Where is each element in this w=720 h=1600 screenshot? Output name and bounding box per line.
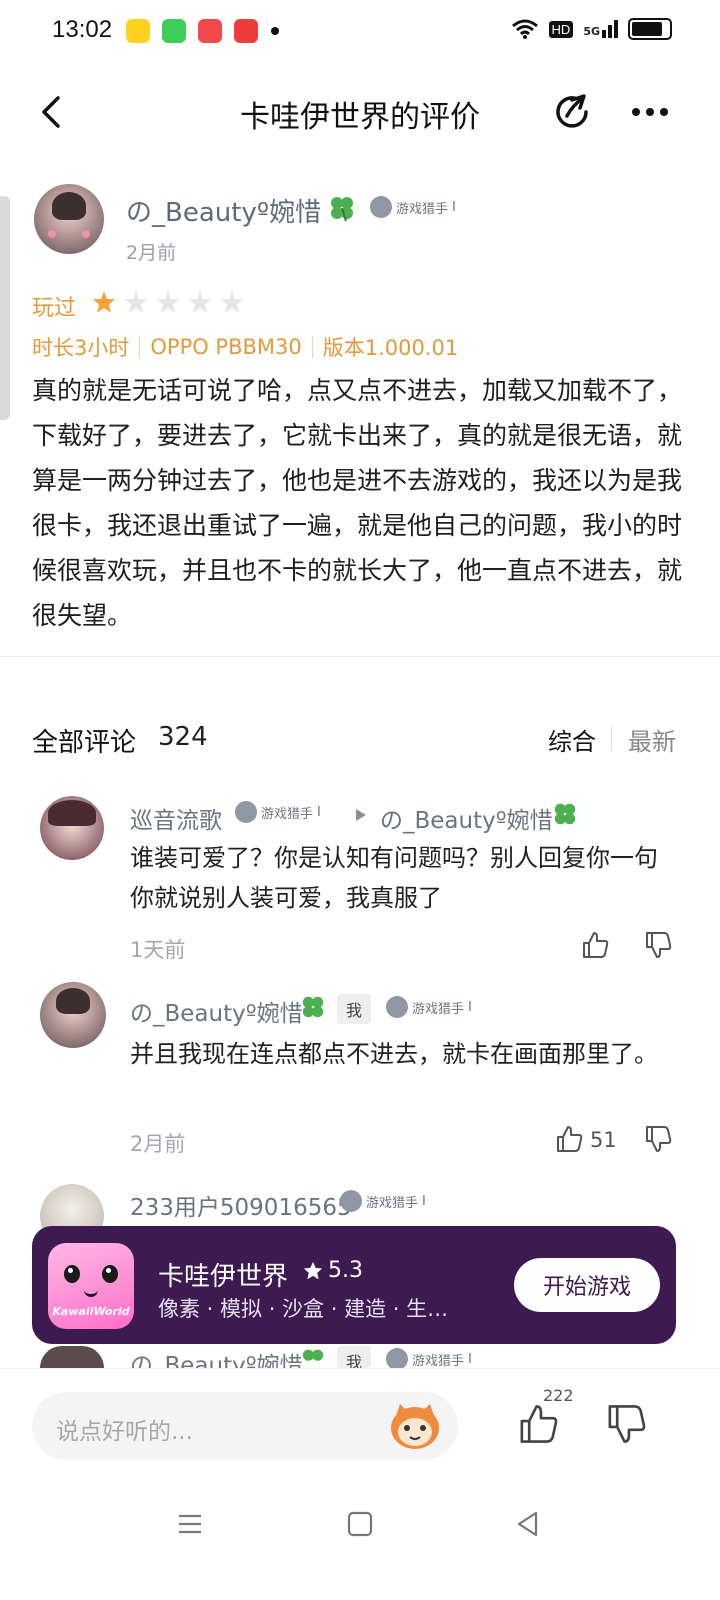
badge-label: 游戏猎手 — [396, 201, 449, 217]
hd-badge: HD — [548, 20, 574, 38]
dislike-icon[interactable] — [643, 1124, 673, 1154]
game-name: 卡哇伊世界 — [158, 1262, 289, 1292]
page-title: 卡哇伊世界的评价 — [240, 100, 480, 135]
comment-time: 2月前 — [130, 1132, 186, 1156]
play-duration: 时长3小时 — [32, 336, 130, 360]
badge-level: Ⅰ — [452, 199, 456, 215]
section-divider — [0, 656, 720, 657]
comment-text: 谁装可爱了？你是认知有问题吗？别人回复你一句你就说别人装可爱，我真服了 — [130, 844, 658, 912]
game-hunter-badge: 游戏猎手 Ⅰ — [370, 196, 456, 218]
like-post-icon[interactable] — [516, 1402, 560, 1446]
reply-to-name[interactable]: の_Beautyº婉惜 — [380, 801, 553, 835]
review-meta: 时长3小时 OPPO PBBM30 版本1.000.01 — [32, 332, 458, 362]
badge-level: Ⅰ — [468, 1351, 472, 1367]
review-time: 2月前 — [126, 242, 177, 264]
game-hunter-badge: 游戏猎手 Ⅰ — [386, 1348, 472, 1370]
comment-author-name[interactable]: の_Beautyº婉惜 — [130, 994, 303, 1028]
me-tag: 我 — [337, 1346, 372, 1368]
star-icon — [92, 291, 116, 313]
music-icon — [234, 19, 258, 43]
game-tags: 像素 · 模拟 · 沙盒 · 建造 · 生… — [158, 1297, 449, 1321]
badge-level: Ⅰ — [468, 999, 472, 1015]
status-bar: 13:02 HD 5G — [0, 0, 720, 66]
like-icon[interactable] — [554, 1124, 584, 1154]
comment-author-name[interactable]: の_Beautyº婉惜 — [130, 1346, 303, 1368]
comments-count: 324 — [158, 722, 208, 752]
device-model: OPPO PBBM30 — [150, 335, 302, 359]
comment-author-name[interactable]: 233用户509016565 — [130, 1188, 352, 1222]
video-icon — [198, 19, 222, 43]
share-icon[interactable] — [550, 90, 594, 134]
network-label: 5G — [583, 25, 600, 38]
hunter-badge-icon — [386, 996, 408, 1018]
system-nav-bar — [0, 1478, 720, 1600]
more-options-icon[interactable] — [628, 90, 672, 134]
hunter-badge-icon — [340, 1190, 362, 1212]
badge-label: 游戏猎手 — [261, 806, 314, 822]
game-hunter-badge: 游戏猎手 Ⅰ — [235, 801, 321, 823]
star-icon — [220, 291, 244, 313]
avatar[interactable] — [40, 982, 106, 1048]
avatar[interactable] — [40, 796, 104, 860]
menu-nav-icon[interactable] — [176, 1510, 204, 1538]
star-icon — [124, 291, 148, 313]
played-label: 玩过 — [32, 296, 77, 321]
me-tag: 我 — [337, 994, 372, 1024]
reply-arrow-icon — [356, 809, 366, 821]
dislike-post-icon[interactable] — [604, 1402, 648, 1446]
badge-level: Ⅰ — [317, 804, 321, 820]
like-count: 51 — [590, 1128, 617, 1152]
hunter-badge-icon — [370, 196, 392, 218]
badge-label: 游戏猎手 — [412, 1353, 465, 1369]
signal-icon: 5G — [583, 20, 618, 38]
game-app-icon[interactable]: KawaiiWorld — [48, 1243, 134, 1329]
messages-icon — [162, 19, 186, 43]
game-score-value: 5.3 — [328, 1258, 363, 1283]
hunter-badge-icon — [235, 801, 257, 823]
status-time: 13:02 — [52, 16, 113, 43]
star-icon — [303, 1261, 323, 1279]
meituan-icon — [126, 19, 150, 43]
hunter-badge-icon — [386, 1348, 408, 1370]
badge-label: 游戏猎手 — [412, 1001, 465, 1017]
comment-input-placeholder: 说点好听的... — [56, 1419, 193, 1445]
comment-author-name[interactable]: 巡音流歌 — [130, 801, 222, 835]
game-hunter-badge: 游戏猎手 Ⅰ — [340, 1190, 426, 1212]
avatar[interactable] — [40, 1346, 104, 1368]
wifi-icon — [511, 19, 538, 39]
comment-text: 并且我现在连点都点不进去，就卡在画面那里了。 — [130, 1040, 658, 1068]
avatar[interactable] — [34, 184, 104, 254]
rating-stars — [92, 291, 244, 313]
sort-separator — [611, 727, 612, 751]
clover-icon — [302, 1349, 324, 1361]
emoji-mascot-icon[interactable] — [388, 1400, 442, 1452]
clover-icon — [554, 803, 576, 825]
clover-icon — [331, 197, 353, 222]
scroll-indicator — [0, 196, 10, 420]
notification-dot — [271, 27, 279, 35]
sort-option-latest[interactable]: 最新 — [628, 722, 676, 757]
home-nav-icon[interactable] — [346, 1510, 374, 1538]
like-icon[interactable] — [580, 930, 610, 960]
back-nav-icon[interactable] — [514, 1510, 542, 1538]
game-icon-text: KawaiiWorld — [52, 1305, 130, 1318]
comment-time: 1天前 — [130, 938, 186, 962]
start-game-button[interactable]: 开始游戏 — [514, 1258, 660, 1312]
star-icon — [188, 291, 212, 313]
sort-option-comprehensive[interactable]: 综合 — [548, 722, 596, 757]
badge-label: 游戏猎手 — [366, 1195, 419, 1211]
review-text: 真的就是无话可说了哈，点又点不进去，加载又加载不了，下载好了，要进去了，它就卡出… — [32, 376, 683, 630]
clover-icon — [302, 996, 324, 1018]
badge-level: Ⅰ — [422, 1193, 426, 1209]
review-author-name[interactable]: の_Beautyº婉惜 — [126, 192, 321, 229]
comments-title: 全部评论 — [32, 728, 137, 758]
battery-icon — [628, 18, 672, 40]
app-version: 版本1.000.01 — [322, 336, 459, 360]
status-indicators: HD 5G — [511, 18, 672, 40]
game-score: 5.3 — [302, 1258, 363, 1283]
star-icon — [156, 291, 180, 313]
game-hunter-badge: 游戏猎手 Ⅰ — [386, 996, 472, 1018]
dislike-icon[interactable] — [643, 930, 673, 960]
